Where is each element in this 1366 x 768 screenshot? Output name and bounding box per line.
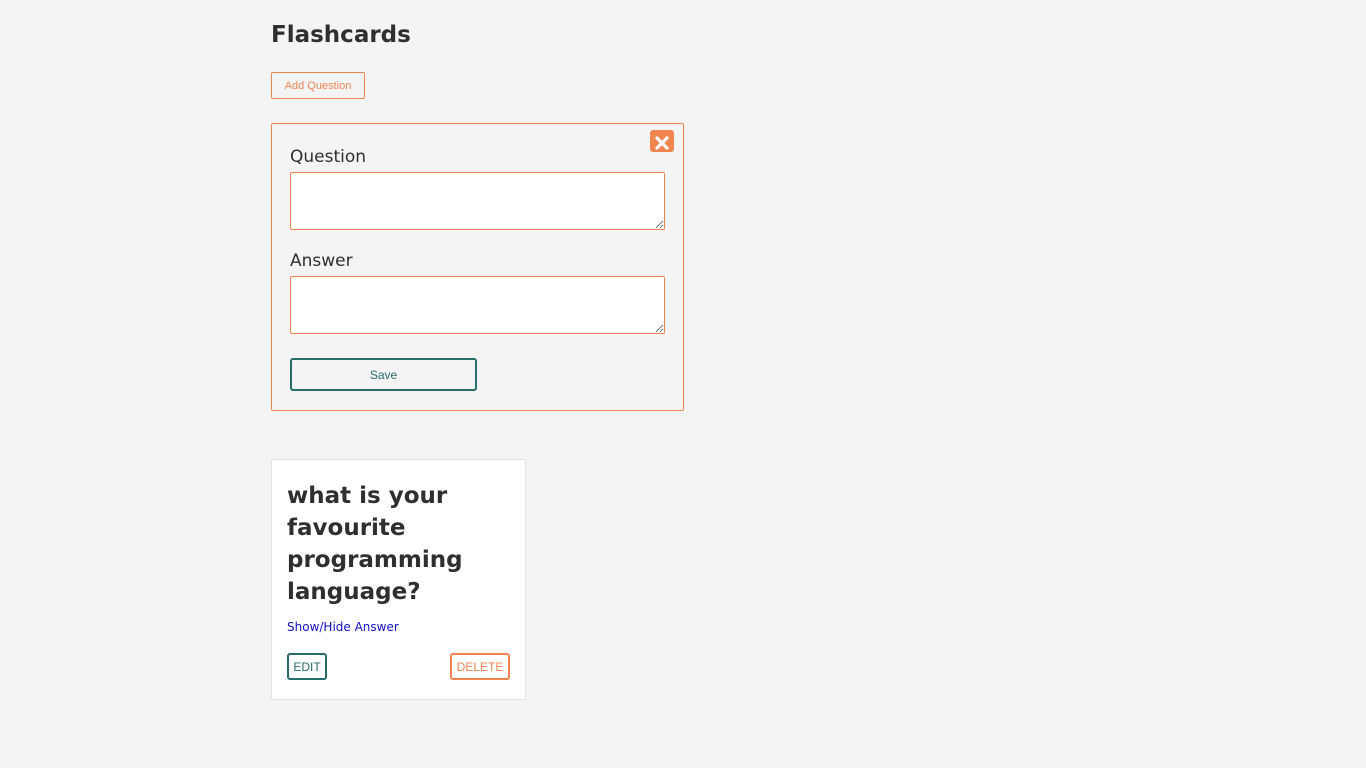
show-hide-answer-link[interactable]: Show/Hide Answer	[287, 620, 399, 634]
answer-label: Answer	[290, 251, 353, 271]
answer-input[interactable]	[290, 276, 665, 334]
delete-button[interactable]: DELETE	[450, 653, 510, 680]
add-question-button[interactable]: Add Question	[271, 72, 365, 99]
close-icon	[655, 136, 669, 150]
question-input[interactable]	[290, 172, 665, 230]
edit-button[interactable]: EDIT	[287, 653, 327, 680]
question-label: Question	[290, 147, 367, 167]
card-question: what is your favourite programming langu…	[287, 483, 463, 605]
save-button[interactable]: Save	[290, 358, 477, 391]
question-form: Question Answer Save	[271, 123, 684, 411]
page-title: Flashcards	[271, 22, 411, 48]
flashcard: what is your favourite programming langu…	[271, 459, 526, 700]
close-form-button[interactable]	[650, 130, 674, 152]
